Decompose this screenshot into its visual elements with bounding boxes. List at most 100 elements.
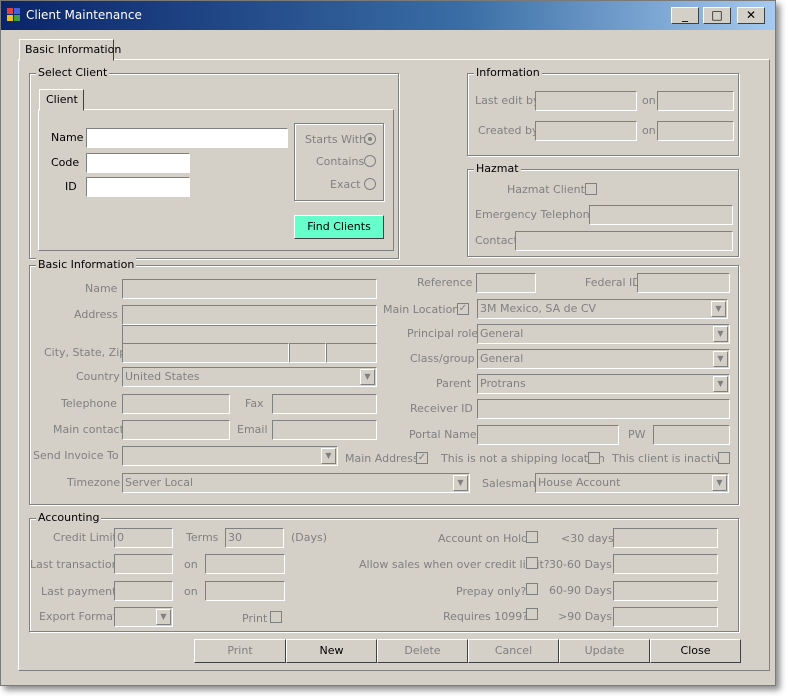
pw-input[interactable] (653, 425, 730, 445)
country-select[interactable]: United States ▼ (122, 367, 377, 387)
chevron-down-icon[interactable]: ▼ (713, 326, 728, 342)
terms-input[interactable]: 30 (225, 528, 284, 548)
title-bar[interactable]: Client Maintenance _ □ ✕ (1, 1, 775, 30)
chevron-down-icon[interactable]: ▼ (711, 301, 726, 317)
fax-label: Fax (245, 397, 264, 410)
federal-id-input[interactable] (637, 273, 730, 293)
client-id-input[interactable] (86, 177, 190, 197)
client-name-input[interactable] (86, 128, 288, 148)
tab-label: Basic Information (25, 43, 122, 56)
created-on-label: on (642, 124, 656, 137)
principal-role-select[interactable]: General ▼ (477, 324, 730, 344)
receiver-id-input[interactable] (477, 399, 730, 419)
hazmat-contact-input[interactable] (515, 231, 733, 251)
federal-id-label: Federal ID (585, 276, 641, 289)
credit-limit-input[interactable]: 0 (114, 528, 173, 548)
gt90-days-field (613, 607, 718, 627)
main-location-checkbox[interactable]: ✓ (457, 303, 469, 315)
parent-select[interactable]: Protrans ▼ (477, 374, 730, 394)
main-contact-input[interactable] (122, 420, 230, 440)
print-button[interactable]: Print (194, 639, 286, 663)
requires-1099-checkbox[interactable] (526, 608, 538, 620)
emergency-telephone-label: Emergency Telephone (475, 208, 597, 221)
print-checkbox[interactable] (270, 611, 282, 623)
starts-with-radio[interactable] (364, 133, 376, 145)
send-invoice-to-label: Send Invoice To (33, 449, 119, 462)
gt90-days-label: >90 Days (558, 610, 613, 623)
information-group: Information (467, 66, 739, 156)
30-60-days-field (613, 554, 718, 574)
hazmat-client-label: Hazmat Client? (507, 183, 591, 196)
tab-basic-information[interactable]: Basic Information (19, 39, 121, 61)
new-button[interactable]: New (286, 639, 377, 663)
last-edit-by-label: Last edit by (475, 94, 540, 107)
reference-input[interactable] (476, 273, 536, 293)
exact-radio[interactable] (364, 178, 376, 190)
telephone-label: Telephone (61, 397, 117, 410)
cancel-button[interactable]: Cancel (468, 639, 559, 663)
class-group-label: Class/group (410, 352, 475, 365)
class-group-value: General (480, 352, 524, 365)
allow-sales-checkbox[interactable] (526, 557, 538, 569)
contains-radio[interactable] (364, 155, 376, 167)
chevron-down-icon[interactable]: ▼ (321, 448, 336, 464)
chevron-down-icon[interactable]: ▼ (713, 376, 728, 392)
created-by-field (535, 121, 637, 141)
state-input[interactable] (289, 343, 326, 363)
telephone-input[interactable] (122, 394, 230, 414)
address-line2-input[interactable] (122, 325, 377, 345)
maximize-button[interactable]: □ (703, 7, 731, 24)
client-maintenance-window: Client Maintenance _ □ ✕ Basic Informati… (0, 0, 776, 686)
last-payment-on-label: on (184, 585, 198, 598)
tab-client[interactable]: Client (39, 89, 84, 111)
fax-input[interactable] (272, 394, 377, 414)
email-input[interactable] (272, 420, 377, 440)
days-label: (Days) (291, 531, 328, 544)
main-location-select[interactable]: 3M Mexico, SA de CV ▼ (477, 299, 728, 319)
not-shipping-location-checkbox[interactable] (588, 452, 600, 464)
minimize-button[interactable]: _ (671, 7, 699, 24)
export-format-select[interactable]: ▼ (114, 607, 173, 627)
hazmat-client-checkbox[interactable] (585, 183, 597, 195)
60-90-days-label: 60-90 Days (549, 584, 612, 597)
city-input[interactable] (122, 343, 289, 363)
country-label: Country (76, 370, 120, 383)
update-button[interactable]: Update (559, 639, 650, 663)
last-payment-label: Last payment (41, 585, 117, 598)
chevron-down-icon[interactable]: ▼ (156, 609, 171, 625)
chevron-down-icon[interactable]: ▼ (712, 475, 727, 491)
main-address-checkbox[interactable]: ✓ (416, 452, 428, 464)
not-shipping-location-label: This is not a shipping location (441, 452, 605, 465)
delete-button[interactable]: Delete (377, 639, 468, 663)
portal-name-input[interactable] (477, 425, 619, 445)
emergency-telephone-input[interactable] (589, 205, 733, 225)
prepay-label: Prepay only? (456, 585, 527, 598)
account-on-hold-checkbox[interactable] (526, 531, 538, 543)
basic-name-input[interactable] (122, 279, 377, 299)
allow-sales-label: Allow sales when over credit limit? (359, 558, 550, 571)
app-icon (7, 8, 21, 22)
client-inactive-checkbox[interactable] (718, 452, 730, 464)
timezone-select[interactable]: Server Local ▼ (122, 473, 470, 493)
prepay-checkbox[interactable] (526, 583, 538, 595)
close-button[interactable]: Close (650, 639, 741, 663)
starts-with-label: Starts With (305, 133, 367, 146)
last-edit-on-field (657, 91, 734, 111)
chevron-down-icon[interactable]: ▼ (713, 351, 728, 367)
created-on-field (657, 121, 734, 141)
chevron-down-icon[interactable]: ▼ (360, 369, 375, 385)
find-clients-button[interactable]: Find Clients (294, 215, 384, 239)
salesman-select[interactable]: House Account ▼ (535, 473, 729, 493)
id-label: ID (65, 180, 77, 193)
client-inactive-label: This client is inactive (612, 452, 728, 465)
lt30-days-field (613, 528, 718, 548)
chevron-down-icon[interactable]: ▼ (453, 475, 468, 491)
address-line1-input[interactable] (122, 305, 377, 325)
send-invoice-to-select[interactable]: ▼ (122, 446, 338, 466)
principal-role-label: Principal role (407, 327, 479, 340)
class-group-select[interactable]: General ▼ (477, 349, 730, 369)
zip-input[interactable] (326, 343, 377, 363)
client-code-input[interactable] (86, 153, 190, 173)
main-location-value: 3M Mexico, SA de CV (480, 302, 597, 315)
close-window-button[interactable]: ✕ (737, 7, 765, 24)
